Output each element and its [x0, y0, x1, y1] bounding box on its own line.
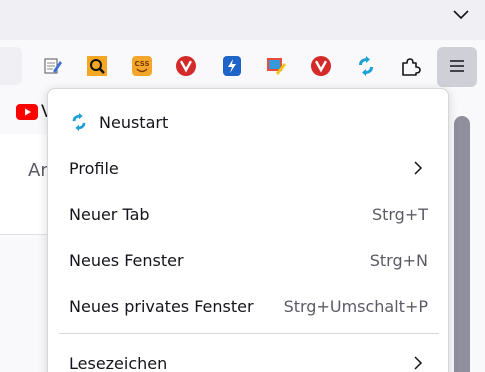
extension-sync-icon[interactable]: [355, 55, 377, 77]
app-menu-button[interactable]: [437, 47, 477, 87]
chevron-down-icon[interactable]: [451, 6, 471, 24]
menu-item-new-window[interactable]: Neues Fenster Strg+N: [60, 239, 438, 281]
youtube-icon: [16, 104, 38, 120]
shortcut-label: Strg+T: [371, 204, 428, 224]
menu-item-new-tab[interactable]: Neuer Tab Strg+T: [60, 193, 438, 235]
extension-photo-edit-icon[interactable]: [265, 55, 287, 77]
menu-separator: [59, 333, 439, 334]
extension-edit-icon[interactable]: [42, 55, 64, 77]
restart-icon: [69, 112, 89, 132]
url-bar[interactable]: [0, 47, 22, 85]
menu-item-label: Neuer Tab: [69, 204, 150, 224]
extension-vivaldi-red-icon[interactable]: [175, 55, 197, 77]
menu-item-label: Neues privates Fenster: [69, 296, 254, 316]
extensions-puzzle-icon[interactable]: [399, 55, 421, 77]
menu-item-profiles[interactable]: Profile: [60, 147, 438, 189]
extension-bolt-icon[interactable]: [221, 55, 243, 77]
menu-item-label: Neues Fenster: [69, 250, 184, 270]
panel-scrollbar[interactable]: [454, 116, 470, 372]
menu-item-label: Profile: [69, 158, 119, 178]
tab-strip: [0, 0, 485, 40]
chevron-right-icon: [412, 160, 424, 176]
menu-item-bookmarks[interactable]: Lesezeichen: [60, 342, 438, 372]
svg-text:CSS: CSS: [134, 60, 149, 68]
extension-search-icon[interactable]: [86, 55, 108, 77]
chevron-right-icon: [412, 355, 424, 371]
menu-item-new-private-window[interactable]: Neues privates Fenster Strg+Umschalt+P: [60, 285, 438, 327]
shortcut-label: Strg+Umschalt+P: [283, 296, 428, 316]
extension-css-icon[interactable]: CSS: [131, 55, 153, 77]
menu-item-label: Neustart: [99, 112, 169, 132]
menu-item-restart[interactable]: Neustart: [60, 101, 438, 143]
hamburger-icon: [448, 58, 466, 77]
extension-vivaldi-red-icon-2[interactable]: [310, 55, 332, 77]
shortcut-label: Strg+N: [369, 250, 428, 270]
menu-item-label: Lesezeichen: [69, 353, 168, 372]
